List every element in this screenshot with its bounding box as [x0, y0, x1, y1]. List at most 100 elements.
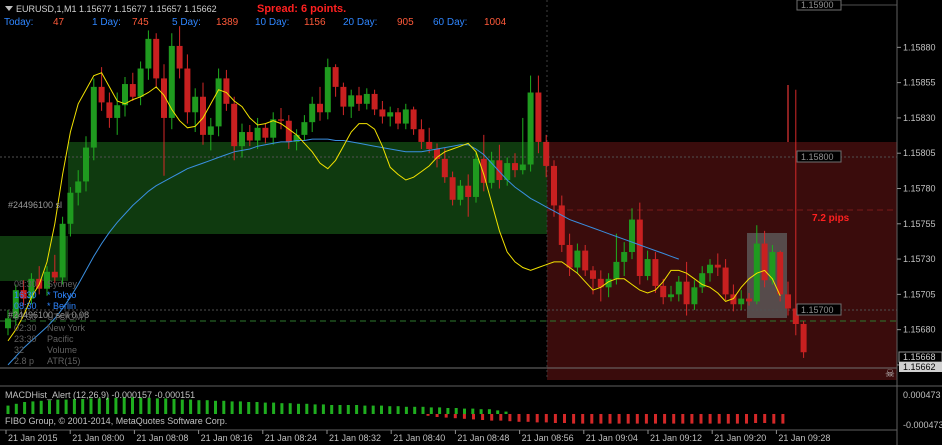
buy-order-label[interactable]: #24496100 sl: [8, 200, 62, 210]
macd-bar: [404, 406, 408, 414]
macd-bar: [429, 407, 433, 414]
range-1day-value: 745: [132, 17, 149, 28]
range-20day-value: 905: [397, 17, 414, 28]
candle: [777, 250, 784, 302]
session-time: 08:30: [14, 279, 37, 289]
spread-label: Spread: 6 points.: [257, 3, 347, 15]
macd-bar: [330, 405, 334, 414]
session-name: Volume: [47, 345, 77, 355]
y-tick-label: 1.15805: [903, 148, 936, 158]
session-time: 23:30: [14, 334, 37, 344]
macd-bar: [31, 401, 35, 414]
chart-menu-icon[interactable]: [5, 6, 13, 11]
y-tick-label: 1.15880: [903, 42, 936, 52]
macd-bar: [446, 408, 450, 414]
macd-bar: [355, 405, 359, 414]
macd-bar: [654, 414, 657, 424]
macd-bar: [745, 414, 748, 424]
macd-bar: [708, 414, 712, 424]
macd-bar: [280, 403, 284, 414]
price-tag-bid: 1.15662: [903, 362, 936, 372]
macd-bar: [487, 409, 491, 414]
indicator-scale-top: 0.000473: [903, 390, 941, 400]
macd-bar: [504, 411, 508, 414]
macd-bar: [672, 414, 676, 424]
macd-bar: [472, 414, 475, 420]
macd-bar: [644, 414, 648, 424]
session-time: 07:30: [14, 312, 37, 322]
x-tick-label: 21 Jan 08:56: [522, 433, 574, 443]
y-tick-label: 1.15830: [903, 113, 936, 123]
macd-bar: [81, 399, 85, 414]
macd-bar: [214, 400, 217, 414]
macd-bar: [180, 399, 184, 414]
macd-bar: [421, 406, 425, 414]
y-tick-label: 1.15680: [903, 325, 936, 335]
x-tick-label: 21 Jan 08:16: [201, 433, 253, 443]
candle: [215, 68, 222, 137]
macd-bar: [114, 397, 118, 414]
y-tick-label: 1.15705: [903, 289, 936, 299]
macd-bar: [508, 414, 512, 422]
macd-bar: [205, 400, 209, 414]
session-name: Sydney: [47, 279, 78, 289]
macd-bar: [197, 400, 201, 414]
macd-bar: [535, 414, 539, 423]
macd-bar: [172, 399, 176, 414]
pips-label: 7.2 pips: [812, 213, 850, 224]
range-5day-value: 1389: [216, 17, 239, 28]
macd-bar: [572, 414, 576, 424]
macd-bar: [89, 398, 93, 414]
x-tick-label: 21 Jan 08:48: [457, 433, 509, 443]
macd-bar: [590, 414, 594, 424]
macd-bar: [346, 405, 350, 414]
macd-bar: [471, 408, 475, 414]
macd-bar: [438, 407, 442, 414]
price-box-low: 1.15700: [796, 303, 842, 316]
macd-bar: [517, 414, 521, 422]
macd-bar: [230, 401, 234, 414]
y-tick-label: 1.15780: [903, 184, 936, 194]
macd-bar: [97, 398, 101, 414]
macd-bar: [6, 405, 10, 414]
macd-bar: [297, 403, 300, 414]
macd-bar: [462, 414, 466, 419]
session-time: 02:30: [14, 323, 37, 333]
macd-bar: [635, 414, 639, 424]
current-price-tags: 1.15668 1.15662: [898, 351, 942, 372]
macd-bar: [454, 408, 458, 414]
candle: [473, 151, 479, 203]
y-tick-label: 1.15730: [903, 254, 936, 264]
price-box-mid: 1.15800: [796, 150, 842, 163]
macd-bar: [247, 402, 251, 414]
macd-bar: [481, 414, 485, 420]
macd-bar: [617, 414, 621, 424]
macd-bar: [553, 414, 557, 423]
macd-bar: [396, 406, 400, 414]
macd-bar: [388, 406, 392, 414]
indicator-label: MACDHist_Alert (12,26,9) -0.000157 -0.00…: [5, 390, 195, 400]
range-5day-label: 5 Day:: [172, 17, 201, 28]
macd-bar: [490, 414, 494, 421]
macd-bar: [690, 414, 694, 424]
session-row: 07:30 UTC/GMT: [14, 312, 88, 322]
skull-icon: ☠: [885, 368, 895, 380]
session-name: Pacific: [47, 334, 74, 344]
macd-bar: [781, 414, 785, 424]
session-name: ATR(15): [47, 356, 80, 366]
price-box-mid-label: 1.15800: [801, 152, 834, 162]
macd-bar: [305, 403, 309, 414]
range-10day-label: 10 Day:: [255, 17, 290, 28]
session-time: 2.8 p: [14, 356, 34, 366]
macd-bar: [426, 414, 430, 416]
range-60day-label: 60 Day:: [433, 17, 468, 28]
session-time: 16:30: [14, 290, 37, 300]
macd-bar: [48, 400, 51, 414]
x-tick-label: 21 Jan 08:40: [393, 433, 445, 443]
session-row: 02:30 New York: [14, 323, 86, 333]
session-time: 32: [14, 345, 24, 355]
macd-bar: [544, 414, 548, 423]
trading-chart[interactable]: 1.15880 1.15855 1.15830 1.15805 1.15780 1.157…: [0, 0, 942, 445]
session-name: * Tokyo: [47, 290, 76, 300]
x-tick-label: 21 Jan 09:12: [650, 433, 702, 443]
